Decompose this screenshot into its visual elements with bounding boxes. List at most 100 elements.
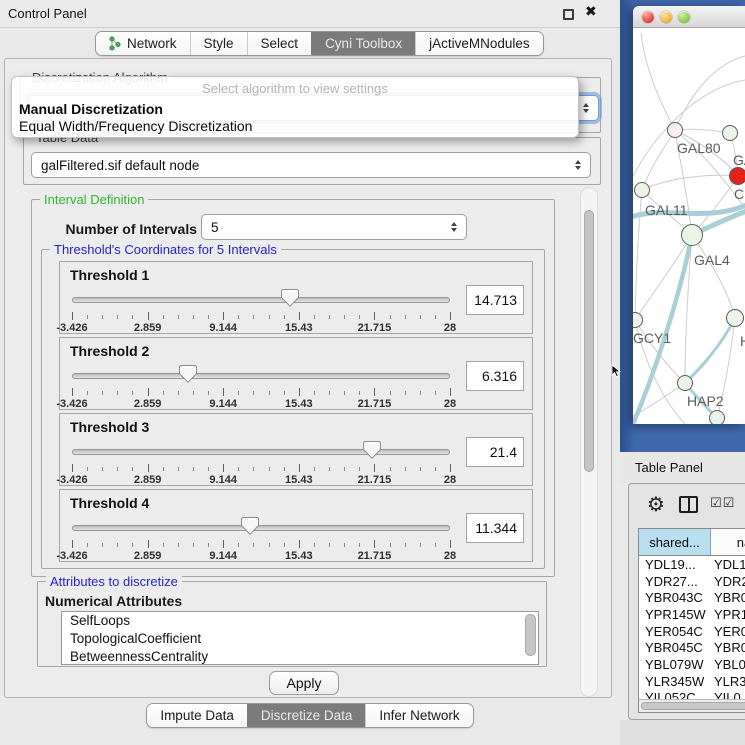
slider-track [72,525,450,531]
column-header-shared-[interactable]: shared... [639,529,711,555]
tick-mark [435,467,436,471]
network-node[interactable] [726,309,744,327]
tick-mark [102,467,103,471]
checkbox-icons[interactable]: ☑☑ [710,496,735,511]
network-canvas[interactable]: GAL80GACGAL11GAL4GCY1HHAP2 [633,28,745,424]
tick-mark [284,391,285,395]
table-row[interactable]: YBL079WYBL0 [639,656,745,673]
apply-button[interactable]: Apply [269,671,339,695]
network-node[interactable] [681,224,703,246]
tab-impute-data[interactable]: Impute Data [147,704,247,727]
slider-scale: -3.4262.8599.14415.4321.71528 [72,550,450,562]
num-intervals-spinner[interactable]: 5 [201,214,467,240]
panel-scrollbar-track[interactable] [580,187,598,697]
network-node[interactable] [709,410,725,424]
attribute-item-betweennesscentrality[interactable]: BetweennessCentrality [62,648,538,665]
tick-mark [148,388,149,396]
gear-icon[interactable]: ⚙ [647,492,665,516]
mouse-cursor [611,364,623,378]
network-node[interactable] [729,167,745,185]
table-toolbar: ⚙ ☑☑ [634,489,745,523]
scale-label: 9.144 [209,474,237,486]
network-node-label-hap2: HAP2 [687,393,724,409]
slider-thumb[interactable] [362,440,382,460]
slider-thumb[interactable] [178,364,198,384]
scale-label: 9.144 [209,550,237,562]
table-row[interactable]: YER054CYER0 [639,623,745,640]
network-node[interactable] [634,182,650,198]
tab-discretize-data[interactable]: Discretize Data [247,704,366,727]
table-row[interactable]: YDL19...YDL1 [639,556,745,573]
attribute-item-selfloops[interactable]: SelfLoops [62,612,538,630]
tick-mark [344,467,345,471]
threshold-slider[interactable]: -3.4262.8599.14415.4321.71528 [70,513,452,559]
tab-infer-network[interactable]: Infer Network [365,704,472,727]
panel-scrollbar-thumb[interactable] [584,210,594,472]
tick-mark [314,467,315,471]
slider-thumb[interactable] [280,288,300,308]
tick-mark [344,315,345,319]
minimize-traffic-light-icon[interactable] [660,11,672,23]
attributes-scrollbar[interactable] [525,614,536,656]
tab-select[interactable]: Select [247,32,312,55]
tick-mark [87,543,88,547]
network-node[interactable] [667,122,683,138]
tab-style[interactable]: Style [190,32,247,55]
tick-mark [374,388,375,396]
tick-mark [148,464,149,472]
tab-label: Discretize Data [261,708,353,723]
tick-mark [132,543,133,547]
cell-shared-name: YDL19... [639,557,711,572]
threshold-value-field[interactable]: 14.713 [466,285,524,315]
slider-ticks [72,464,450,473]
threshold-value-field[interactable]: 11.344 [466,513,524,543]
threshold-slider[interactable]: -3.4262.8599.14415.4321.71528 [70,437,452,483]
threshold-panel: Threshold 3 -3.4262.8599.14415.4321.71528… [59,413,533,486]
tick-mark [329,391,330,395]
close-icon[interactable]: ✖ [585,4,597,20]
node-table: shared...na YDL19...YDL1YDR27...YDR2YBR0… [638,528,745,713]
column-header-na[interactable]: na [711,529,745,555]
threshold-slider[interactable]: -3.4262.8599.14415.4321.71528 [70,361,452,407]
table-row[interactable]: YPR145WYPR1 [639,606,745,623]
threshold-panel: Threshold 1-3.4262.8599.14415.4321.71528… [59,261,533,334]
tick-mark [117,391,118,395]
table-hscrollbar[interactable] [639,699,745,712]
network-window-titlebar[interactable] [633,6,745,28]
scale-label: 21.715 [358,474,392,486]
tick-mark [72,312,73,320]
table-row[interactable]: YDR27...YDR2 [639,573,745,590]
tab-cyni-toolbox[interactable]: Cyni Toolbox [311,32,415,55]
tick-mark [269,315,270,319]
tick-mark [269,543,270,547]
tick-mark [450,312,451,320]
column-layout-icon[interactable] [679,496,698,513]
table-row[interactable]: YBR045CYBR0 [639,639,745,656]
slider-thumb[interactable] [240,516,260,536]
table-data-combobox[interactable]: galFiltered.sif default node [31,152,591,178]
tick-mark [148,540,149,548]
threshold-value-field[interactable]: 21.4 [466,437,524,467]
threshold-value-field[interactable]: 6.316 [466,361,524,391]
tick-mark [253,315,254,319]
threshold-title: Threshold 3 [70,419,149,435]
attribute-item-topologicalcoefficient[interactable]: TopologicalCoefficient [62,630,538,648]
tab-jactivemnodules[interactable]: jActiveMNodules [415,32,543,55]
network-node[interactable] [722,125,738,141]
threshold-slider[interactable]: -3.4262.8599.14415.4321.71528 [70,285,452,331]
tab-network[interactable]: Network [96,32,190,55]
tick-mark [284,315,285,319]
algorithm-option-equal-width-frequency-discretization[interactable]: Equal Width/Frequency Discretization [17,118,573,135]
algorithm-option-manual-discretization[interactable]: Manual Discretization [17,101,573,118]
tick-mark [359,391,360,395]
tick-mark [359,315,360,319]
float-window-icon[interactable] [563,9,574,20]
spinner-arrows-icon [451,222,457,232]
network-node[interactable] [677,375,693,391]
table-row[interactable]: YLR345WYLR3 [639,673,745,690]
zoom-traffic-light-icon[interactable] [678,11,690,23]
table-row[interactable]: YBR043CYBR0 [639,589,745,606]
numerical-attributes-list[interactable]: SelfLoopsTopologicalCoefficientBetweenne… [61,611,539,665]
table-hscrollbar-thumb[interactable] [641,702,745,710]
close-traffic-light-icon[interactable] [642,11,654,23]
